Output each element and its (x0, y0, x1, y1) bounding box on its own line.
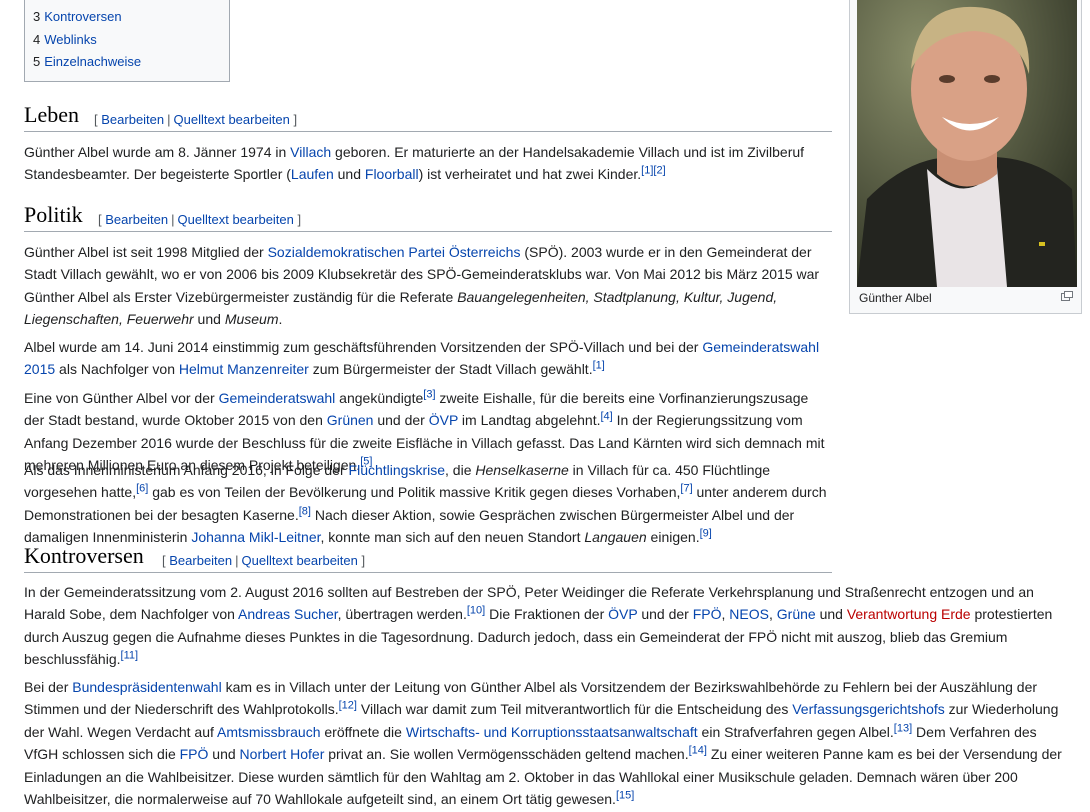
section-heading-leben: Leben [ Bearbeiten | Quelltext bearbeiten … (24, 101, 832, 132)
ref-link[interactable]: [12] (339, 700, 357, 712)
edit-source-link[interactable]: Quelltext bearbeiten (178, 212, 294, 227)
ref-link[interactable]: [9] (700, 528, 712, 540)
link-norbert-hofer[interactable]: Norbert Hofer (240, 746, 325, 762)
ref-link[interactable]: [8] (299, 505, 311, 517)
link-floorball[interactable]: Floorball (365, 166, 419, 182)
link-amtsmissbrauch[interactable]: Amtsmissbrauch (217, 724, 320, 740)
toc-item-kontroversen[interactable]: 3 Kontroversen (33, 6, 229, 29)
link-verantwortung-erde[interactable]: Verantwortung Erde (847, 606, 971, 622)
edit-links: [ Bearbeiten | Quelltext bearbeiten ] (162, 553, 366, 568)
section-heading-kontroversen: Kontroversen [ Bearbeiten | Quelltext bear… (24, 542, 832, 573)
link-helmut-manzenreiter[interactable]: Helmut Manzenreiter (179, 361, 309, 377)
paragraph-politik-1: Günther Albel ist seit 1998 Mitglied der… (24, 244, 820, 328)
toc-item-einzelnachweise[interactable]: 5 Einzelnachweise (33, 51, 229, 74)
ref-link[interactable]: [7] (680, 483, 692, 495)
ref-link[interactable]: [1] (641, 165, 653, 177)
paragraph-politik-4: Als das Innenministerium Anfang 2016, in… (24, 462, 827, 546)
link-fpoe[interactable]: FPÖ (180, 746, 209, 762)
enlarge-icon[interactable] (1061, 291, 1073, 301)
edit-link[interactable]: Bearbeiten (105, 212, 168, 227)
image-caption: Günther Albel (859, 291, 932, 305)
ref-link[interactable]: [10] (467, 605, 485, 617)
paragraph-kontroversen-2: Bei der Bundespräsidentenwahl kam es in … (24, 679, 1062, 808)
toc-item-weblinks[interactable]: 4 Weblinks (33, 29, 229, 52)
link-andreas-sucher[interactable]: Andreas Sucher (238, 606, 338, 622)
ref-link[interactable]: [4] (601, 411, 613, 423)
link-laufen[interactable]: Laufen (291, 166, 334, 182)
ref-link[interactable]: [6] (136, 483, 148, 495)
link-gruene[interactable]: Grünen (327, 412, 374, 428)
ref-link[interactable]: [11] (121, 650, 139, 662)
ref-link[interactable]: [2] (653, 165, 665, 177)
edit-link[interactable]: Bearbeiten (169, 553, 232, 568)
ref-link[interactable]: [13] (894, 722, 912, 734)
link-wksta[interactable]: Wirtschafts- und Korruptionsstaatsanwalt… (406, 724, 698, 740)
paragraph-leben: Günther Albel wurde am 8. Jänner 1974 in… (24, 144, 805, 183)
link-neos[interactable]: NEOS (729, 606, 769, 622)
link-villach[interactable]: Villach (290, 144, 331, 160)
ref-link[interactable]: [1] (593, 360, 605, 372)
section-heading-politik: Politik [ Bearbeiten | Quelltext bearbeite… (24, 201, 832, 232)
link-gruene[interactable]: Grüne (777, 606, 816, 622)
link-bundespraesidentenwahl[interactable]: Bundespräsidentenwahl (72, 679, 221, 695)
link-gemeinderatswahl[interactable]: Gemeinderatswahl (219, 390, 336, 406)
ref-link[interactable]: [15] (616, 789, 634, 801)
table-of-contents: 3 Kontroversen 4 Weblinks 5 Einzelnachweise (24, 0, 230, 82)
infobox: Günther Albel (849, 0, 1082, 314)
heading-title: Kontroversen (24, 543, 144, 568)
ref-link[interactable]: [3] (423, 388, 435, 400)
link-spoe[interactable]: Sozialdemokratischen Partei Österreichs (268, 244, 521, 260)
heading-title: Politik (24, 202, 83, 227)
link-fpoe[interactable]: FPÖ (693, 606, 722, 622)
paragraph-politik-2: Albel wurde am 14. Juni 2014 einstimmig … (24, 339, 820, 378)
link-verfassungsgerichtshof[interactable]: Verfassungsgerichtshofs (792, 701, 945, 717)
paragraph-kontroversen-1: In der Gemeinderatssitzung vom 2. August… (24, 584, 1053, 668)
portrait-photo[interactable] (857, 0, 1077, 287)
edit-links: [ Bearbeiten | Quelltext bearbeiten ] (98, 212, 302, 227)
link-oevp[interactable]: ÖVP (608, 606, 637, 622)
edit-source-link[interactable]: Quelltext bearbeiten (174, 112, 290, 127)
ref-link[interactable]: [14] (689, 745, 707, 757)
edit-link[interactable]: Bearbeiten (101, 112, 164, 127)
link-fluechtlingskrise[interactable]: Flüchtlingskrise (349, 462, 445, 478)
link-oevp[interactable]: ÖVP (429, 412, 458, 428)
edit-source-link[interactable]: Quelltext bearbeiten (242, 553, 358, 568)
edit-links: [ Bearbeiten | Quelltext bearbeiten ] (94, 112, 298, 127)
heading-title: Leben (24, 102, 79, 127)
